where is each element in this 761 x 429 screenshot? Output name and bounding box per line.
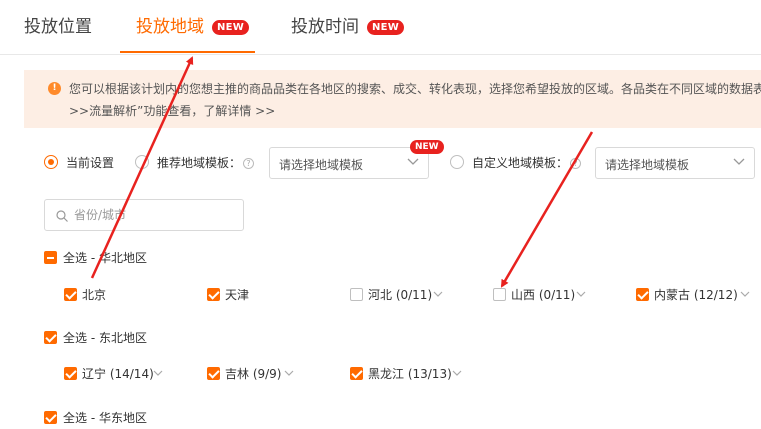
notice-text-line1: 您可以根据该计划内的您想主推的商品品类在各地区的搜索、成交、转化表现，选择您希望… [69,82,761,96]
tab-placement[interactable]: 投放位置 [24,15,92,39]
recommend-template-label: 推荐地域模板： [157,156,242,170]
active-tab-indicator [120,51,255,53]
checkbox-shanxi[interactable] [493,288,506,301]
tab-bar: 投放位置 投放地域 NEW 投放时间 NEW [0,0,761,55]
group-label-north: 全选 - 华北地区 [63,251,147,265]
checkbox-heilongjiang[interactable] [350,367,363,380]
chevron-down-icon[interactable] [740,291,750,298]
tab-schedule-label: 投放时间 [291,17,359,37]
recommend-template-placeholder: 请选择地域模板 [279,158,364,172]
checkbox-liaoning[interactable] [64,367,77,380]
info-icon: ! [48,82,61,95]
radio-custom-template[interactable] [450,155,464,169]
chevron-down-icon[interactable] [433,291,443,298]
custom-template-select[interactable]: 请选择地域模板 [595,147,755,179]
region-label-tianjin: 天津 [225,288,250,302]
chevron-down-icon [733,158,745,165]
group-checkbox-north[interactable] [44,251,57,264]
tab-schedule[interactable]: 投放时间 NEW [291,15,405,39]
new-badge: NEW [367,20,405,35]
recommend-template-select[interactable]: 请选择地域模板 NEW [269,140,444,179]
chevron-down-icon[interactable] [452,370,462,377]
checkbox-hebei[interactable] [350,288,363,301]
region-search[interactable] [44,199,244,231]
region-label-shanxi: 山西 (0/11) [511,288,576,302]
notice-link[interactable]: >>流量解析”功能查看，了解详情 >> [69,102,275,119]
chevron-down-icon[interactable] [284,370,294,377]
group-label-east: 全选 - 华东地区 [63,411,147,425]
tab-region[interactable]: 投放地域 NEW [136,15,250,39]
new-badge: NEW [212,20,250,35]
checkbox-inner-mongolia[interactable] [636,288,649,301]
search-icon [56,210,68,222]
chevron-down-icon [407,158,419,165]
radio-recommend-template[interactable] [135,155,149,169]
region-label-liaoning: 辽宁 (14/14) [82,367,154,381]
tab-region-label: 投放地域 [136,17,204,37]
custom-template-label: 自定义地域模板： [472,156,569,170]
checkbox-beijing[interactable] [64,288,77,301]
info-notice: ! 您可以根据该计划内的您想主推的商品品类在各地区的搜索、成交、转化表现，选择您… [24,70,761,128]
checkbox-tianjin[interactable] [207,288,220,301]
region-label-inner-mongolia: 内蒙古 (12/12) [654,288,738,302]
search-input[interactable] [74,206,234,224]
region-label-heilongjiang: 黑龙江 (13/13) [368,367,452,381]
region-label-jilin: 吉林 (9/9) [225,367,282,381]
group-checkbox-east[interactable] [44,411,57,424]
chevron-down-icon[interactable] [576,291,586,298]
help-icon[interactable]: ? [570,158,581,169]
help-icon[interactable]: ? [243,158,254,169]
chevron-down-icon[interactable] [153,370,163,377]
new-badge: NEW [410,140,444,154]
region-label-beijing: 北京 [82,288,107,302]
region-label-hebei: 河北 (0/11) [368,288,433,302]
radio-current-setting[interactable] [44,155,58,169]
tab-placement-label: 投放位置 [24,17,92,37]
group-checkbox-northeast[interactable] [44,331,57,344]
checkbox-jilin[interactable] [207,367,220,380]
custom-template-placeholder: 请选择地域模板 [605,158,690,172]
group-label-northeast: 全选 - 东北地区 [63,331,147,345]
current-setting-label: 当前设置 [66,156,115,170]
